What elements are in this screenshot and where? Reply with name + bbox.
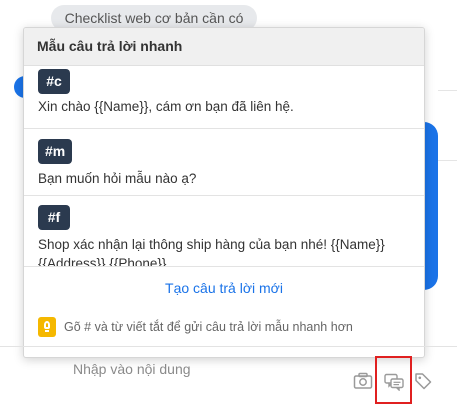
- hint-text: Gõ # và từ viết tắt để gửi câu trả lời m…: [64, 320, 353, 334]
- quick-reply-icon: [384, 373, 404, 391]
- quick-reply-item[interactable]: #c Xin chào {{Name}}, cám ơn bạn đã liên…: [24, 66, 424, 129]
- shortcut-badge: #f: [38, 205, 70, 230]
- divider: [438, 160, 457, 161]
- quick-reply-text: Shop xác nhận lại thông ship hàng của bạ…: [38, 237, 385, 266]
- message-input[interactable]: Nhập vào nội dung: [73, 361, 191, 377]
- shortcut-badge: #c: [38, 69, 70, 94]
- quick-reply-item[interactable]: #f Shop xác nhận lại thông ship hàng của…: [24, 196, 424, 266]
- popup-title: Mẫu câu trả lời nhanh: [24, 28, 424, 66]
- quick-reply-text: Bạn muốn hỏi mẫu nào ạ?: [38, 171, 197, 186]
- camera-icon[interactable]: [353, 372, 373, 390]
- divider: [24, 266, 424, 267]
- quick-reply-list[interactable]: #c Xin chào {{Name}}, cám ơn bạn đã liên…: [24, 66, 424, 266]
- lightbulb-icon: [38, 317, 56, 337]
- composer-divider: [0, 346, 457, 347]
- quick-reply-text: Xin chào {{Name}}, cám ơn bạn đã liên hệ…: [38, 99, 294, 114]
- tag-icon[interactable]: [413, 371, 433, 391]
- quick-reply-popup: Mẫu câu trả lời nhanh #c Xin chào {{Name…: [23, 27, 425, 358]
- divider: [438, 90, 457, 91]
- quick-reply-button[interactable]: [375, 356, 412, 404]
- quick-reply-hint: Gõ # và từ viết tắt để gửi câu trả lời m…: [38, 316, 353, 338]
- shortcut-badge: #m: [38, 139, 73, 164]
- quick-reply-item[interactable]: #m Bạn muốn hỏi mẫu nào ạ?: [24, 129, 424, 196]
- create-quick-reply-link[interactable]: Tạo câu trả lời mới: [24, 280, 424, 296]
